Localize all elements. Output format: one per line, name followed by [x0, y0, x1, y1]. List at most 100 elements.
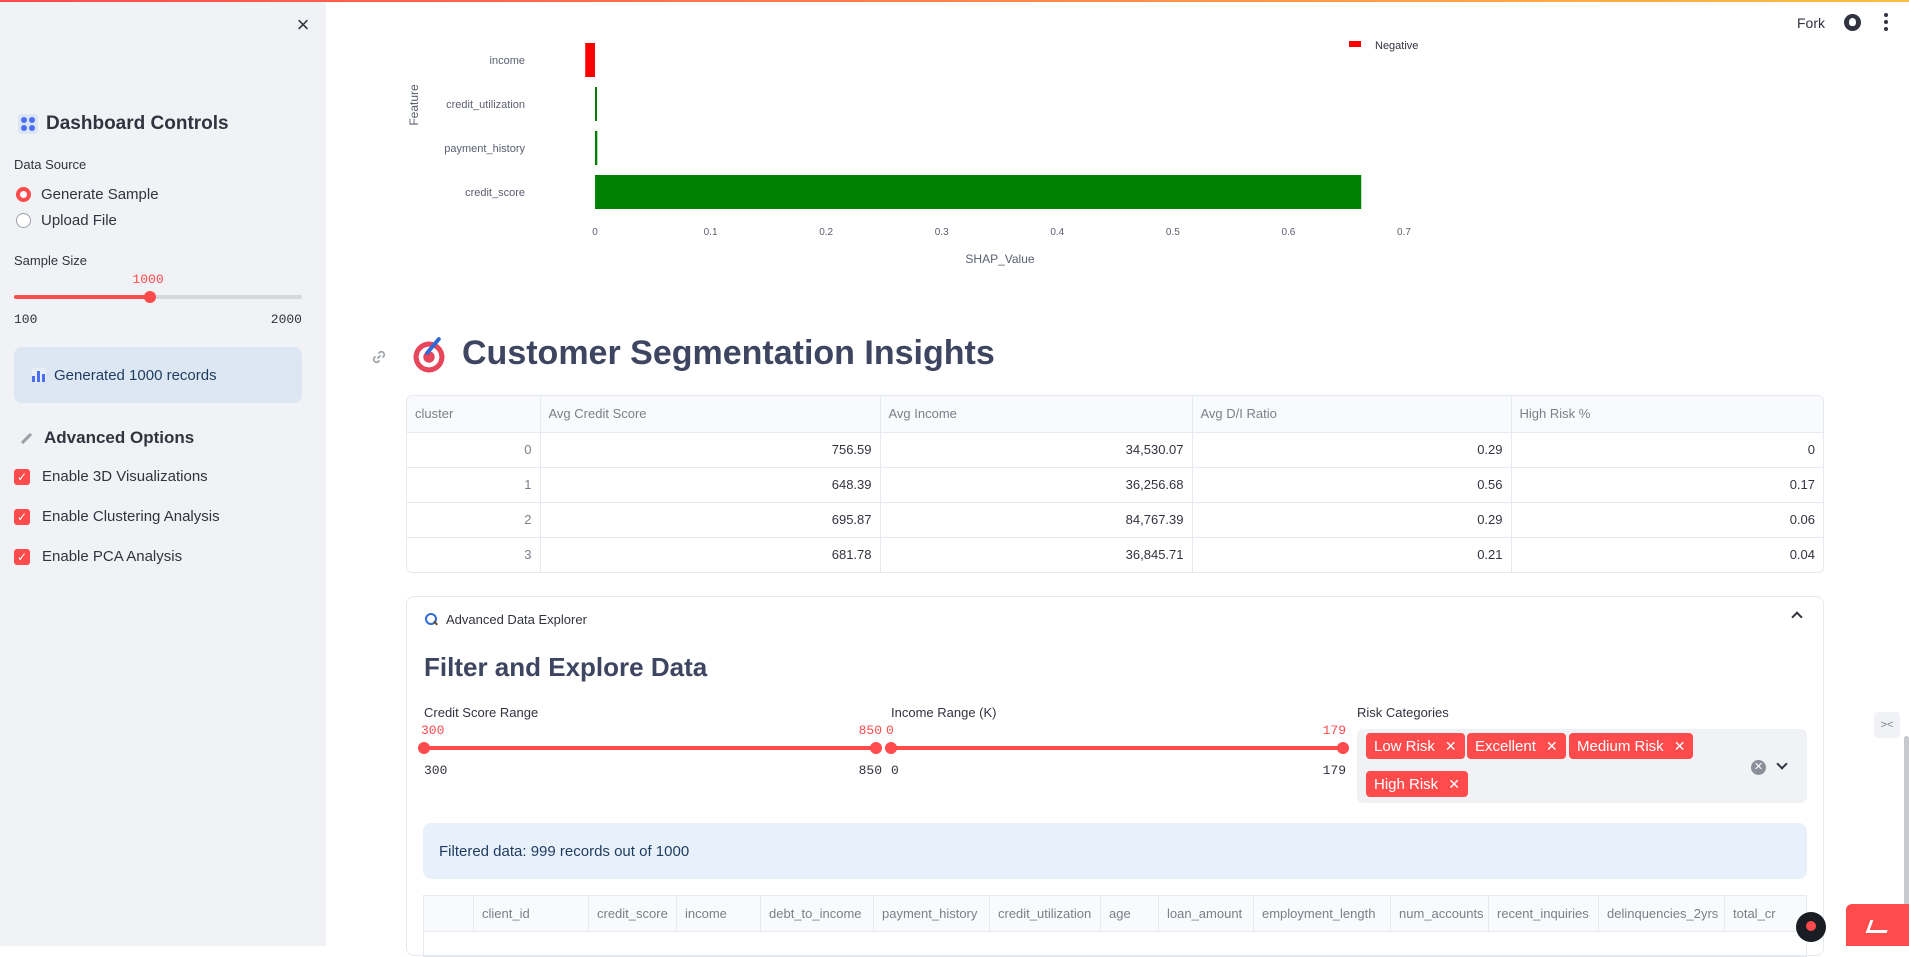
credit-range-slider[interactable]: 300 850 300 850	[418, 723, 882, 778]
range-track[interactable]	[891, 746, 1343, 750]
clear-all-icon[interactable]: ✕	[1751, 760, 1766, 775]
table-header[interactable]: total_cr	[1725, 896, 1806, 931]
range-max: 850	[858, 763, 882, 778]
checkbox-checked-icon[interactable]: ✓	[14, 468, 30, 485]
table-cell[interactable]: 695.87	[540, 502, 881, 538]
table-cell[interactable]: 84,767.39	[880, 502, 1193, 538]
table-cell[interactable]: 0.29	[1192, 432, 1512, 468]
status-widget-icon[interactable]	[1796, 912, 1826, 942]
table-header[interactable]: num_accounts	[1391, 896, 1489, 931]
range-max: 179	[1322, 763, 1346, 778]
bar-payment_history	[595, 131, 598, 165]
checkbox-3d[interactable]: ✓ Enable 3D Visualizations	[14, 468, 208, 485]
table-cell[interactable]: 0.06	[1511, 502, 1823, 538]
advanced-options-title: Advanced Options	[18, 428, 194, 448]
table-cell[interactable]: 0.29	[1192, 502, 1512, 538]
table-cell[interactable]: 681.78	[540, 537, 881, 572]
tag-label: Medium Risk	[1577, 737, 1664, 755]
table-cell[interactable]: 756.59	[540, 432, 881, 468]
range-high-value: 179	[1322, 723, 1346, 738]
top-decoration-bar	[0, 0, 1909, 2]
table-header[interactable]: High Risk %	[1511, 396, 1823, 433]
risk-categories-multiselect[interactable]: Low Risk ✕ Excellent ✕ Medium Risk ✕ High R…	[1357, 729, 1807, 803]
risk-tag[interactable]: High Risk ✕	[1366, 771, 1468, 797]
close-sidebar-icon[interactable]: ×	[292, 14, 314, 36]
collapse-icon[interactable]: ><	[1874, 712, 1900, 738]
table-header[interactable]: loan_amount	[1159, 896, 1254, 931]
remove-tag-icon[interactable]: ✕	[1445, 738, 1457, 755]
table-cell[interactable]: 36,256.68	[880, 467, 1193, 503]
range-high-thumb[interactable]	[1337, 742, 1349, 754]
range-low-value: 0	[886, 723, 894, 738]
table-row	[424, 932, 1806, 956]
table-header[interactable]: age	[1101, 896, 1159, 931]
radio-unselected-icon[interactable]	[16, 213, 31, 228]
slider-thumb[interactable]	[144, 291, 157, 303]
risk-tag[interactable]: Medium Risk ✕	[1569, 733, 1694, 759]
table-cell[interactable]: 1	[407, 467, 541, 503]
table-cell[interactable]: 0.04	[1511, 537, 1823, 572]
y-tick-label: credit_score	[465, 187, 525, 199]
segmentation-table[interactable]: cluster Avg Credit Score Avg Income Avg …	[406, 395, 1824, 573]
table-header[interactable]: delinquencies_2yrs	[1599, 896, 1725, 931]
control-knobs-icon	[18, 114, 38, 134]
table-cell[interactable]: 2	[407, 502, 541, 538]
table-cell[interactable]: 0	[1511, 432, 1823, 468]
risk-tag[interactable]: Low Risk ✕	[1366, 733, 1465, 759]
info-message: Generated 1000 records	[14, 347, 302, 403]
table-cell[interactable]: 34,530.07	[880, 432, 1193, 468]
checkbox-pca[interactable]: ✓ Enable PCA Analysis	[14, 548, 182, 565]
risk-tag[interactable]: Excellent ✕	[1467, 733, 1566, 759]
slider-value: 1000	[132, 272, 164, 287]
radio-upload-file[interactable]: Upload File	[16, 212, 117, 229]
table-header[interactable]: credit_score	[589, 896, 677, 931]
table-header[interactable]: recent_inquiries	[1489, 896, 1599, 931]
table-cell[interactable]: 3	[407, 537, 541, 572]
radio-generate-sample[interactable]: Generate Sample	[16, 186, 159, 203]
sample-size-slider[interactable]: 1000 100 2000	[14, 270, 302, 330]
table-cell[interactable]: 648.39	[540, 467, 881, 503]
table-header[interactable]: Avg D/I Ratio	[1192, 396, 1512, 433]
checkbox-checked-icon[interactable]: ✓	[14, 548, 30, 565]
table-cell[interactable]: 0.56	[1192, 467, 1512, 503]
table-header[interactable]: payment_history	[874, 896, 990, 931]
checkbox-checked-icon[interactable]: ✓	[14, 508, 30, 525]
chevron-down-icon[interactable]	[1776, 758, 1788, 770]
anchor-link-icon[interactable]	[370, 348, 388, 366]
filtered-data-table[interactable]: client_id credit_score income debt_to_in…	[423, 895, 1807, 957]
table-header[interactable]: client_id	[474, 896, 589, 931]
table-header[interactable]: Avg Credit Score	[540, 396, 881, 433]
streamlit-logo-icon[interactable]	[1846, 904, 1909, 946]
table-header[interactable]: debt_to_income	[761, 896, 874, 931]
table-cell[interactable]: 0.21	[1192, 537, 1512, 572]
x-tick-label: 0.6	[1281, 227, 1295, 238]
github-icon[interactable]	[1844, 14, 1861, 31]
checkbox-clustering[interactable]: ✓ Enable Clustering Analysis	[14, 508, 220, 525]
table-header[interactable]: employment_length	[1254, 896, 1391, 931]
range-low-thumb[interactable]	[418, 742, 430, 754]
table-header[interactable]: income	[677, 896, 761, 931]
range-track[interactable]	[424, 746, 876, 750]
table-cell[interactable]: 36,845.71	[880, 537, 1193, 572]
table-cell[interactable]: 0.17	[1511, 467, 1823, 503]
table-header[interactable]	[424, 896, 474, 931]
x-tick-label: 0.2	[819, 227, 833, 238]
range-high-thumb[interactable]	[870, 742, 882, 754]
range-low-thumb[interactable]	[885, 742, 897, 754]
expander-header[interactable]: Advanced Data Explorer	[425, 612, 587, 627]
radio-selected-icon[interactable]	[16, 187, 31, 202]
remove-tag-icon[interactable]: ✕	[1674, 738, 1686, 755]
table-header[interactable]: Avg Income	[880, 396, 1193, 433]
wrench-icon	[18, 430, 34, 446]
main-menu-icon[interactable]	[1884, 13, 1888, 31]
income-range-slider[interactable]: 0 179 0 179	[885, 723, 1349, 778]
filter-title: Filter and Explore Data	[424, 652, 708, 682]
x-tick-label: 0.4	[1050, 227, 1064, 238]
fork-button[interactable]: Fork	[1797, 15, 1825, 31]
table-cell[interactable]: 0	[407, 432, 541, 468]
chevron-up-icon[interactable]	[1791, 611, 1803, 623]
remove-tag-icon[interactable]: ✕	[1448, 776, 1460, 793]
remove-tag-icon[interactable]: ✕	[1546, 738, 1558, 755]
table-header[interactable]: cluster	[407, 396, 541, 433]
table-header[interactable]: credit_utilization	[990, 896, 1101, 931]
